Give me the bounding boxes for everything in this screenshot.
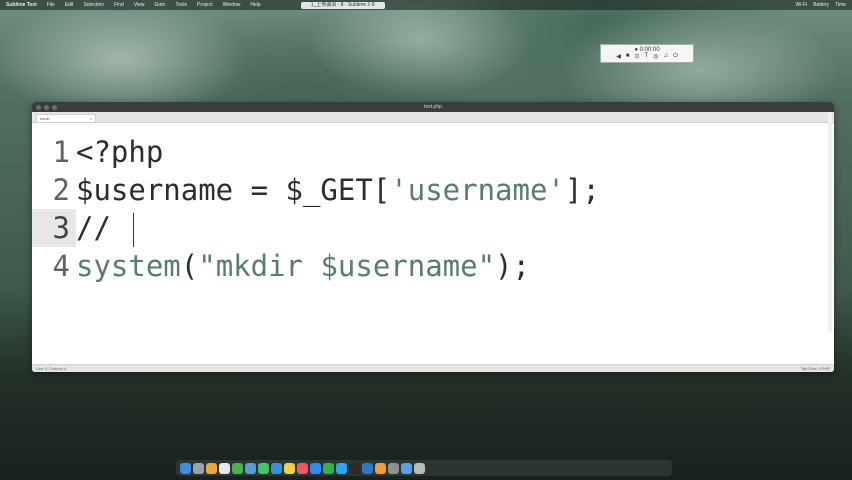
- text-cursor: [132, 213, 134, 247]
- appstore-icon[interactable]: [310, 462, 321, 474]
- recorder-button-2[interactable]: ⊙: [635, 53, 640, 60]
- trash-icon[interactable]: [414, 462, 425, 474]
- terminal-icon[interactable]: [349, 462, 360, 474]
- menu-item-help[interactable]: Help: [250, 2, 260, 8]
- menu-item-selection[interactable]: Selection: [83, 2, 104, 8]
- menu-bar-center: 1_上传漏洞 - 8 - Sublime 2-8: [300, 1, 385, 9]
- battery-icon[interactable]: Battery: [813, 2, 829, 8]
- code-token: (: [180, 249, 199, 283]
- recorder-button-1[interactable]: ■: [626, 53, 630, 60]
- menu-bar-left: Sublime Text File Edit Selection Find View Got…: [0, 2, 261, 8]
- time-icon[interactable]: Time: [835, 2, 846, 8]
- line-number: 3: [32, 209, 76, 247]
- code-token: <?php: [76, 135, 164, 169]
- code-editor[interactable]: 1 <?php 2 $username = $_GET['username']; 3//…: [32, 123, 834, 361]
- menu-item-edit[interactable]: Edit: [65, 2, 74, 8]
- code-line[interactable]: 2 $username = $_GET['username'];: [32, 171, 834, 209]
- menu-item-goto[interactable]: Goto: [155, 2, 166, 8]
- code-token: ];: [564, 173, 600, 207]
- code-token: system: [76, 249, 181, 283]
- calendar-icon[interactable]: [219, 462, 230, 474]
- code-token: );: [495, 249, 530, 283]
- line-content[interactable]: <?php: [76, 133, 163, 171]
- tab-close-icon[interactable]: ×: [90, 116, 92, 121]
- code-token: //: [76, 211, 111, 245]
- code-token: "mkdir $username": [198, 249, 496, 283]
- file-tab[interactable]: mkdir ×: [36, 114, 96, 122]
- line-number: 1: [52, 135, 70, 169]
- recorder-button-4[interactable]: ◎: [653, 53, 658, 60]
- line-content[interactable]: $username = $_GET['username'];: [76, 171, 600, 209]
- recorder-button-3[interactable]: T: [645, 53, 649, 60]
- menu-bar-right: Wi-Fi Battery Time: [796, 2, 852, 8]
- recorder-widget[interactable]: ● 0:00:00 ◀ ■ ⊙ T ◎ ♫ ⏻: [600, 44, 694, 63]
- launchpad-icon[interactable]: [193, 462, 204, 474]
- dock: [176, 460, 672, 476]
- line-content[interactable]: system("mkdir $username");: [76, 247, 530, 285]
- menu-item-tools[interactable]: Tools: [175, 2, 187, 8]
- app-menu[interactable]: Sublime Text: [6, 2, 37, 8]
- menu-item-window[interactable]: Window: [223, 2, 241, 8]
- recorder-button-6[interactable]: ⏻: [673, 53, 678, 60]
- photos-icon[interactable]: [206, 462, 217, 474]
- line-number: 4: [52, 249, 70, 283]
- tab-bar: mkdir ×: [32, 112, 834, 123]
- preferences-icon[interactable]: [388, 462, 399, 474]
- menu-item-view[interactable]: View: [134, 2, 145, 8]
- code-line[interactable]: 3//: [32, 209, 834, 247]
- menu-item-file[interactable]: File: [47, 2, 55, 8]
- chrome-icon[interactable]: [232, 462, 243, 474]
- vscode-icon[interactable]: [362, 462, 373, 474]
- code-token: $username = $_GET[: [76, 173, 391, 207]
- status-left: Line 3, Column 4: [36, 366, 67, 371]
- messages-icon[interactable]: [258, 462, 269, 474]
- recorder-buttons: ◀ ■ ⊙ T ◎ ♫ ⏻: [616, 53, 677, 60]
- code-line[interactable]: 1 <?php: [32, 133, 834, 171]
- code-token: 'username': [390, 173, 565, 207]
- folder-icon[interactable]: [401, 462, 412, 474]
- safari-icon[interactable]: [271, 462, 282, 474]
- center-tab[interactable]: 1_上传漏洞 - 8 - Sublime 2-8: [300, 1, 385, 9]
- qq-icon[interactable]: [336, 462, 347, 474]
- notes-icon[interactable]: [284, 462, 295, 474]
- wechat-icon[interactable]: [323, 462, 334, 474]
- mail-icon[interactable]: [245, 462, 256, 474]
- sublime-icon[interactable]: [375, 462, 386, 474]
- code-line[interactable]: 4 system("mkdir $username");: [32, 247, 834, 285]
- editor-window: test.php mkdir × 1 <?php 2 $username = $_GE…: [32, 102, 834, 372]
- status-right[interactable]: Tab Size: 4 PHP: [801, 366, 830, 371]
- menu-item-find[interactable]: Find: [114, 2, 124, 8]
- recorder-button-5[interactable]: ♫: [663, 53, 668, 60]
- window-title: test.php: [424, 104, 442, 110]
- status-bar: Line 3, Column 4 Tab Size: 4 PHP: [32, 364, 834, 372]
- wifi-icon[interactable]: Wi-Fi: [796, 2, 808, 8]
- line-content[interactable]: //: [76, 209, 134, 247]
- file-tab-label: mkdir: [40, 116, 50, 121]
- menu-item-project[interactable]: Project: [197, 2, 213, 8]
- line-number: 2: [52, 173, 70, 207]
- recorder-button-0[interactable]: ◀: [616, 53, 621, 60]
- finder-icon[interactable]: [180, 462, 191, 474]
- menu-bar: Sublime Text File Edit Selection Find View Got…: [0, 0, 852, 10]
- vertical-scrollbar[interactable]: [828, 112, 832, 332]
- window-titlebar[interactable]: test.php: [32, 102, 834, 112]
- music-icon[interactable]: [297, 462, 308, 474]
